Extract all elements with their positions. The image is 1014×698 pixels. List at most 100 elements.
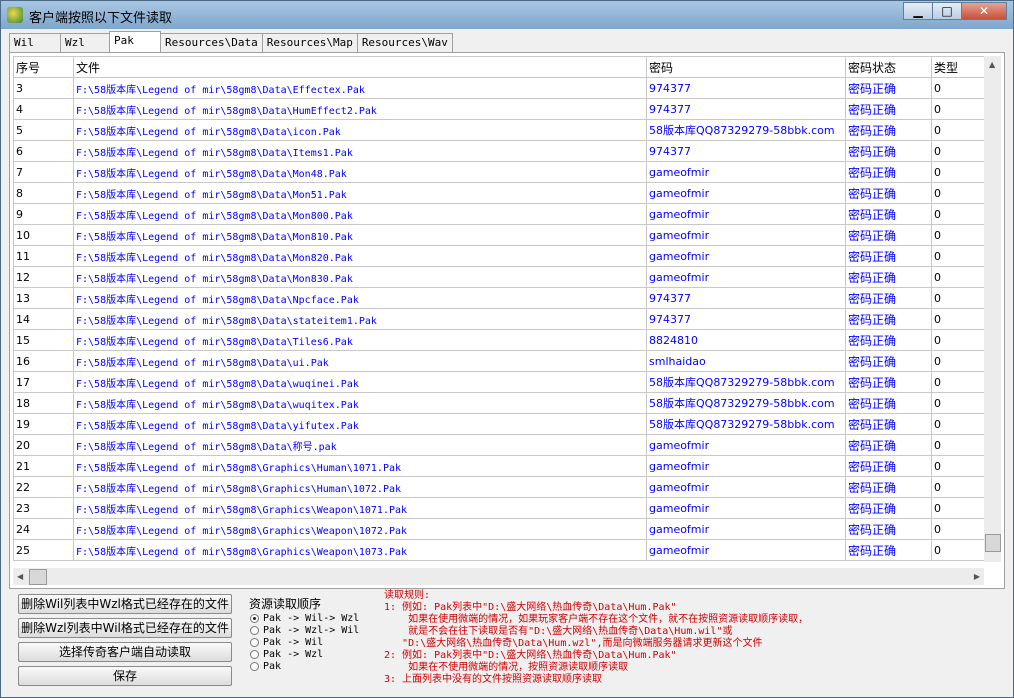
table-row[interactable]: 4 F:\58版本库\Legend of mir\58gm8\Data\HumEf…: [13, 98, 984, 120]
row-type: 0: [931, 182, 984, 204]
row-index: 23: [13, 497, 74, 519]
row-file-path: F:\58版本库\Legend of mir\58gm8\Data\Mon830…: [73, 266, 647, 288]
row-password: gameofmir: [646, 497, 846, 519]
read-order-option[interactable]: Pak -> Wzl: [250, 648, 377, 660]
row-password: 8824810: [646, 329, 846, 351]
tab-resources-wav[interactable]: Resources\Wav: [356, 33, 453, 52]
tab-strip: Wil Wzl Pak Resources\Data Resources\Map Reso…: [9, 31, 453, 52]
row-password-status: 密码正确: [845, 518, 932, 540]
scroll-up-icon[interactable]: ▲: [989, 60, 995, 69]
row-password-status: 密码正确: [845, 119, 932, 141]
row-index: 20: [13, 434, 74, 456]
table-row[interactable]: 19 F:\58版本库\Legend of mir\58gm8\Data\yifu…: [13, 413, 984, 435]
table-row[interactable]: 24 F:\58版本库\Legend of mir\58gm8\Graphics\…: [13, 518, 984, 540]
row-index: 3: [13, 77, 74, 99]
table-row[interactable]: 9 F:\58版本库\Legend of mir\58gm8\Data\Mon80…: [13, 203, 984, 225]
row-type: 0: [931, 413, 984, 435]
row-index: 22: [13, 476, 74, 498]
read-order-option[interactable]: Pak -> Wil-> Wzl: [250, 612, 377, 624]
table-row[interactable]: 21 F:\58版本库\Legend of mir\58gm8\Graphics\…: [13, 455, 984, 477]
tab-pak[interactable]: Pak: [109, 31, 161, 52]
row-index: 7: [13, 161, 74, 183]
row-type: 0: [931, 329, 984, 351]
row-type: 0: [931, 539, 984, 561]
row-password-status: 密码正确: [845, 539, 932, 561]
header-password-status[interactable]: 密码状态: [845, 56, 932, 78]
rule-line: "D:\盛大网络\热血传奇\Data\Hum.wzl",而是向微端服务器请求更新…: [384, 638, 763, 649]
close-button[interactable]: ✕: [961, 2, 1007, 20]
horizontal-scroll-thumb[interactable]: [29, 569, 47, 585]
header-password[interactable]: 密码: [646, 56, 846, 78]
tab-wzl[interactable]: Wzl: [60, 33, 110, 52]
save-button[interactable]: 保存: [18, 666, 232, 686]
radio-button-icon[interactable]: [250, 661, 259, 671]
tab-resources-data[interactable]: Resources\Data: [160, 33, 263, 52]
tab-wil[interactable]: Wil: [9, 33, 61, 52]
row-index: 14: [13, 308, 74, 330]
row-index: 25: [13, 539, 74, 561]
row-type: 0: [931, 119, 984, 141]
title-bar[interactable]: 客户端按照以下文件读取 ▁ □ ✕: [1, 1, 1013, 29]
row-type: 0: [931, 455, 984, 477]
table-row[interactable]: 8 F:\58版本库\Legend of mir\58gm8\Data\Mon51…: [13, 182, 984, 204]
horizontal-scrollbar[interactable]: ◀ ▶: [13, 568, 984, 585]
row-index: 4: [13, 98, 74, 120]
table-row[interactable]: 23 F:\58版本库\Legend of mir\58gm8\Graphics\…: [13, 497, 984, 519]
minimize-button[interactable]: ▁: [903, 2, 933, 20]
table-row[interactable]: 3 F:\58版本库\Legend of mir\58gm8\Data\Effec…: [13, 77, 984, 99]
radio-button-icon[interactable]: [250, 625, 259, 635]
table-row[interactable]: 11 F:\58版本库\Legend of mir\58gm8\Data\Mon8…: [13, 245, 984, 267]
radio-button-icon[interactable]: [250, 649, 259, 659]
row-type: 0: [931, 350, 984, 372]
table-row[interactable]: 17 F:\58版本库\Legend of mir\58gm8\Data\wuqi…: [13, 371, 984, 393]
file-list-panel: 序号 文件 密码 密码状态 类型 3 F:\58版本库\Legend of mir…: [9, 52, 1005, 589]
table-row[interactable]: 7 F:\58版本库\Legend of mir\58gm8\Data\Mon48…: [13, 161, 984, 183]
table-row[interactable]: 5 F:\58版本库\Legend of mir\58gm8\Data\icon.…: [13, 119, 984, 141]
tab-resources-map[interactable]: Resources\Map: [261, 33, 358, 52]
table-row[interactable]: 18 F:\58版本库\Legend of mir\58gm8\Data\wuqi…: [13, 392, 984, 414]
row-password-status: 密码正确: [845, 455, 932, 477]
table-row[interactable]: 14 F:\58版本库\Legend of mir\58gm8\Data\stat…: [13, 308, 984, 330]
radio-button-icon[interactable]: [250, 613, 259, 623]
table-row[interactable]: 10 F:\58版本库\Legend of mir\58gm8\Data\Mon8…: [13, 224, 984, 246]
row-type: 0: [931, 497, 984, 519]
row-password: 58版本库QQ87329279-58bbk.com: [646, 392, 846, 414]
table-row[interactable]: 12 F:\58版本库\Legend of mir\58gm8\Data\Mon8…: [13, 266, 984, 288]
auto-read-client-button[interactable]: 选择传奇客户端自动读取: [18, 642, 232, 662]
row-password-status: 密码正确: [845, 245, 932, 267]
table-row[interactable]: 16 F:\58版本库\Legend of mir\58gm8\Data\ui.P…: [13, 350, 984, 372]
row-password-status: 密码正确: [845, 98, 932, 120]
header-file[interactable]: 文件: [73, 56, 647, 78]
table-row[interactable]: 15 F:\58版本库\Legend of mir\58gm8\Data\Tile…: [13, 329, 984, 351]
table-row[interactable]: 20 F:\58版本库\Legend of mir\58gm8\Data\称号.p…: [13, 434, 984, 456]
row-index: 5: [13, 119, 74, 141]
vertical-scrollbar[interactable]: ▲: [984, 56, 1001, 562]
header-type[interactable]: 类型: [931, 56, 984, 78]
row-type: 0: [931, 266, 984, 288]
scroll-left-icon[interactable]: ◀: [17, 572, 23, 581]
table-row[interactable]: 22 F:\58版本库\Legend of mir\58gm8\Graphics\…: [13, 476, 984, 498]
delete-wzl-duplicates-button[interactable]: 删除Wzl列表中Wil格式已经存在的文件: [18, 618, 232, 638]
maximize-button[interactable]: □: [932, 2, 962, 20]
radio-button-icon[interactable]: [250, 637, 259, 647]
header-index[interactable]: 序号: [13, 56, 74, 78]
scroll-right-icon[interactable]: ▶: [974, 572, 980, 581]
delete-wil-duplicates-button[interactable]: 删除Wil列表中Wzl格式已经存在的文件: [18, 594, 232, 614]
read-order-option[interactable]: Pak -> Wzl-> Wil: [250, 624, 377, 636]
row-password: gameofmir: [646, 245, 846, 267]
table-row[interactable]: 13 F:\58版本库\Legend of mir\58gm8\Data\Npcf…: [13, 287, 984, 309]
row-file-path: F:\58版本库\Legend of mir\58gm8\Data\Mon51.…: [73, 182, 647, 204]
vertical-scroll-thumb[interactable]: [985, 534, 1001, 552]
read-order-option[interactable]: Pak -> Wil: [250, 636, 377, 648]
rule-line: 1: 例如: Pak列表中"D:\盛大网络\热血传奇\Data\Hum.Pak": [384, 602, 677, 613]
table-row[interactable]: 25 F:\58版本库\Legend of mir\58gm8\Graphics\…: [13, 539, 984, 561]
row-password: 974377: [646, 140, 846, 162]
row-type: 0: [931, 434, 984, 456]
row-file-path: F:\58版本库\Legend of mir\58gm8\Data\Mon48.…: [73, 161, 647, 183]
row-password-status: 密码正确: [845, 266, 932, 288]
row-file-path: F:\58版本库\Legend of mir\58gm8\Graphics\We…: [73, 539, 647, 561]
read-rules-text: 读取规则: 1: 例如: Pak列表中"D:\盛大网络\热血传奇\Data\Hum…: [384, 590, 808, 686]
table-row[interactable]: 6 F:\58版本库\Legend of mir\58gm8\Data\Items…: [13, 140, 984, 162]
read-order-option[interactable]: Pak: [250, 660, 377, 672]
read-order-title: 资源读取顺序: [249, 597, 322, 611]
